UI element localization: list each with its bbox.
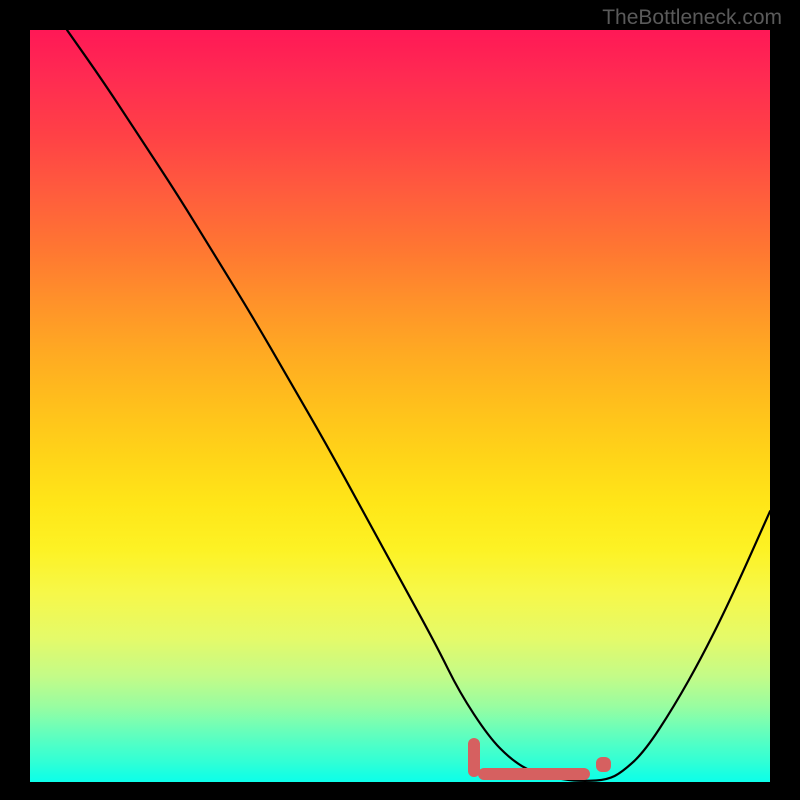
watermark-text: TheBottleneck.com [602, 6, 782, 30]
chart-curve [30, 30, 770, 782]
chart-marker [478, 768, 590, 779]
chart-marker [596, 757, 611, 772]
